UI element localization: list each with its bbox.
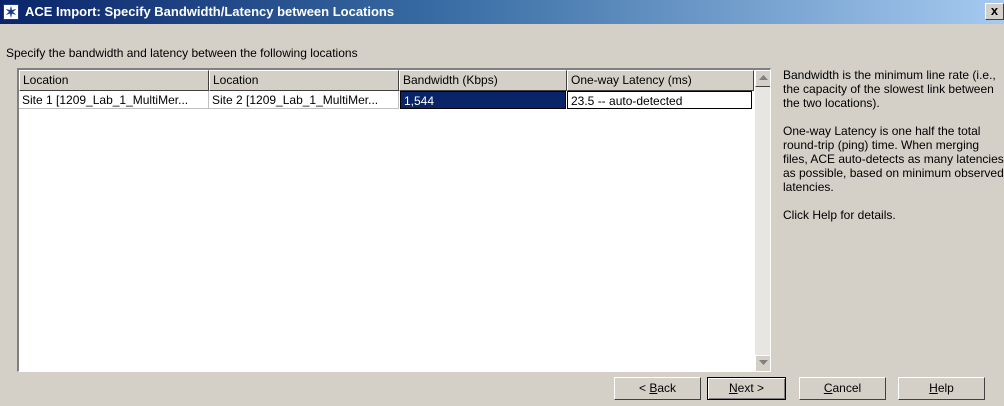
arrow-down-icon [759, 360, 768, 365]
help-button[interactable]: Help [898, 377, 985, 400]
table-header: Location Location Bandwidth (Kbps) One-w… [19, 70, 754, 91]
close-button[interactable]: x [985, 3, 1004, 20]
table-row[interactable]: Site 1 [1209_Lab_1_MultiMer... Site 2 [1… [19, 91, 754, 109]
scroll-down-button[interactable] [755, 355, 770, 371]
column-header-location-1[interactable]: Location [19, 70, 209, 91]
title-bar: ✶ ACE Import: Specify Bandwidth/Latency … [0, 0, 1004, 24]
cancel-label-post: ancel [832, 381, 862, 395]
bandwidth-latency-table: Location Location Bandwidth (Kbps) One-w… [17, 68, 771, 372]
cell-bandwidth-input[interactable]: 1,544 [400, 91, 566, 109]
help-details-text: Click Help for details. [783, 208, 896, 222]
app-icon: ✶ [3, 4, 19, 20]
arrow-up-icon [759, 75, 768, 80]
cell-latency-input[interactable]: 23.5 -- auto-detected [567, 91, 752, 109]
next-button[interactable]: Next > [707, 377, 786, 400]
window-title: ACE Import: Specify Bandwidth/Latency be… [25, 4, 395, 19]
cell-location-b[interactable]: Site 2 [1209_Lab_1_MultiMer... [209, 91, 399, 109]
column-header-latency[interactable]: One-way Latency (ms) [567, 70, 754, 91]
help-latency-text: One-way Latency is one half the total ro… [783, 124, 1004, 194]
back-button[interactable]: < Back [614, 377, 701, 400]
vertical-scrollbar[interactable] [755, 70, 770, 371]
cancel-button[interactable]: Cancel [799, 377, 886, 400]
scroll-up-button[interactable] [755, 70, 770, 87]
cell-location-a[interactable]: Site 1 [1209_Lab_1_MultiMer... [19, 91, 209, 109]
next-label-post: ext > [737, 381, 765, 395]
back-label-post: ack [657, 381, 677, 395]
help-label-post: elp [937, 381, 954, 395]
help-label-key: H [929, 381, 938, 395]
back-label-pre: < [638, 381, 650, 395]
instruction-text: Specify the bandwidth and latency betwee… [6, 46, 358, 60]
help-panel: Bandwidth is the minimum line rate (i.e.… [783, 68, 1004, 236]
column-header-bandwidth[interactable]: Bandwidth (Kbps) [399, 70, 567, 91]
column-header-location-2[interactable]: Location [209, 70, 399, 91]
next-label-key: N [728, 381, 738, 395]
help-bandwidth-text: Bandwidth is the minimum line rate (i.e.… [783, 68, 996, 110]
